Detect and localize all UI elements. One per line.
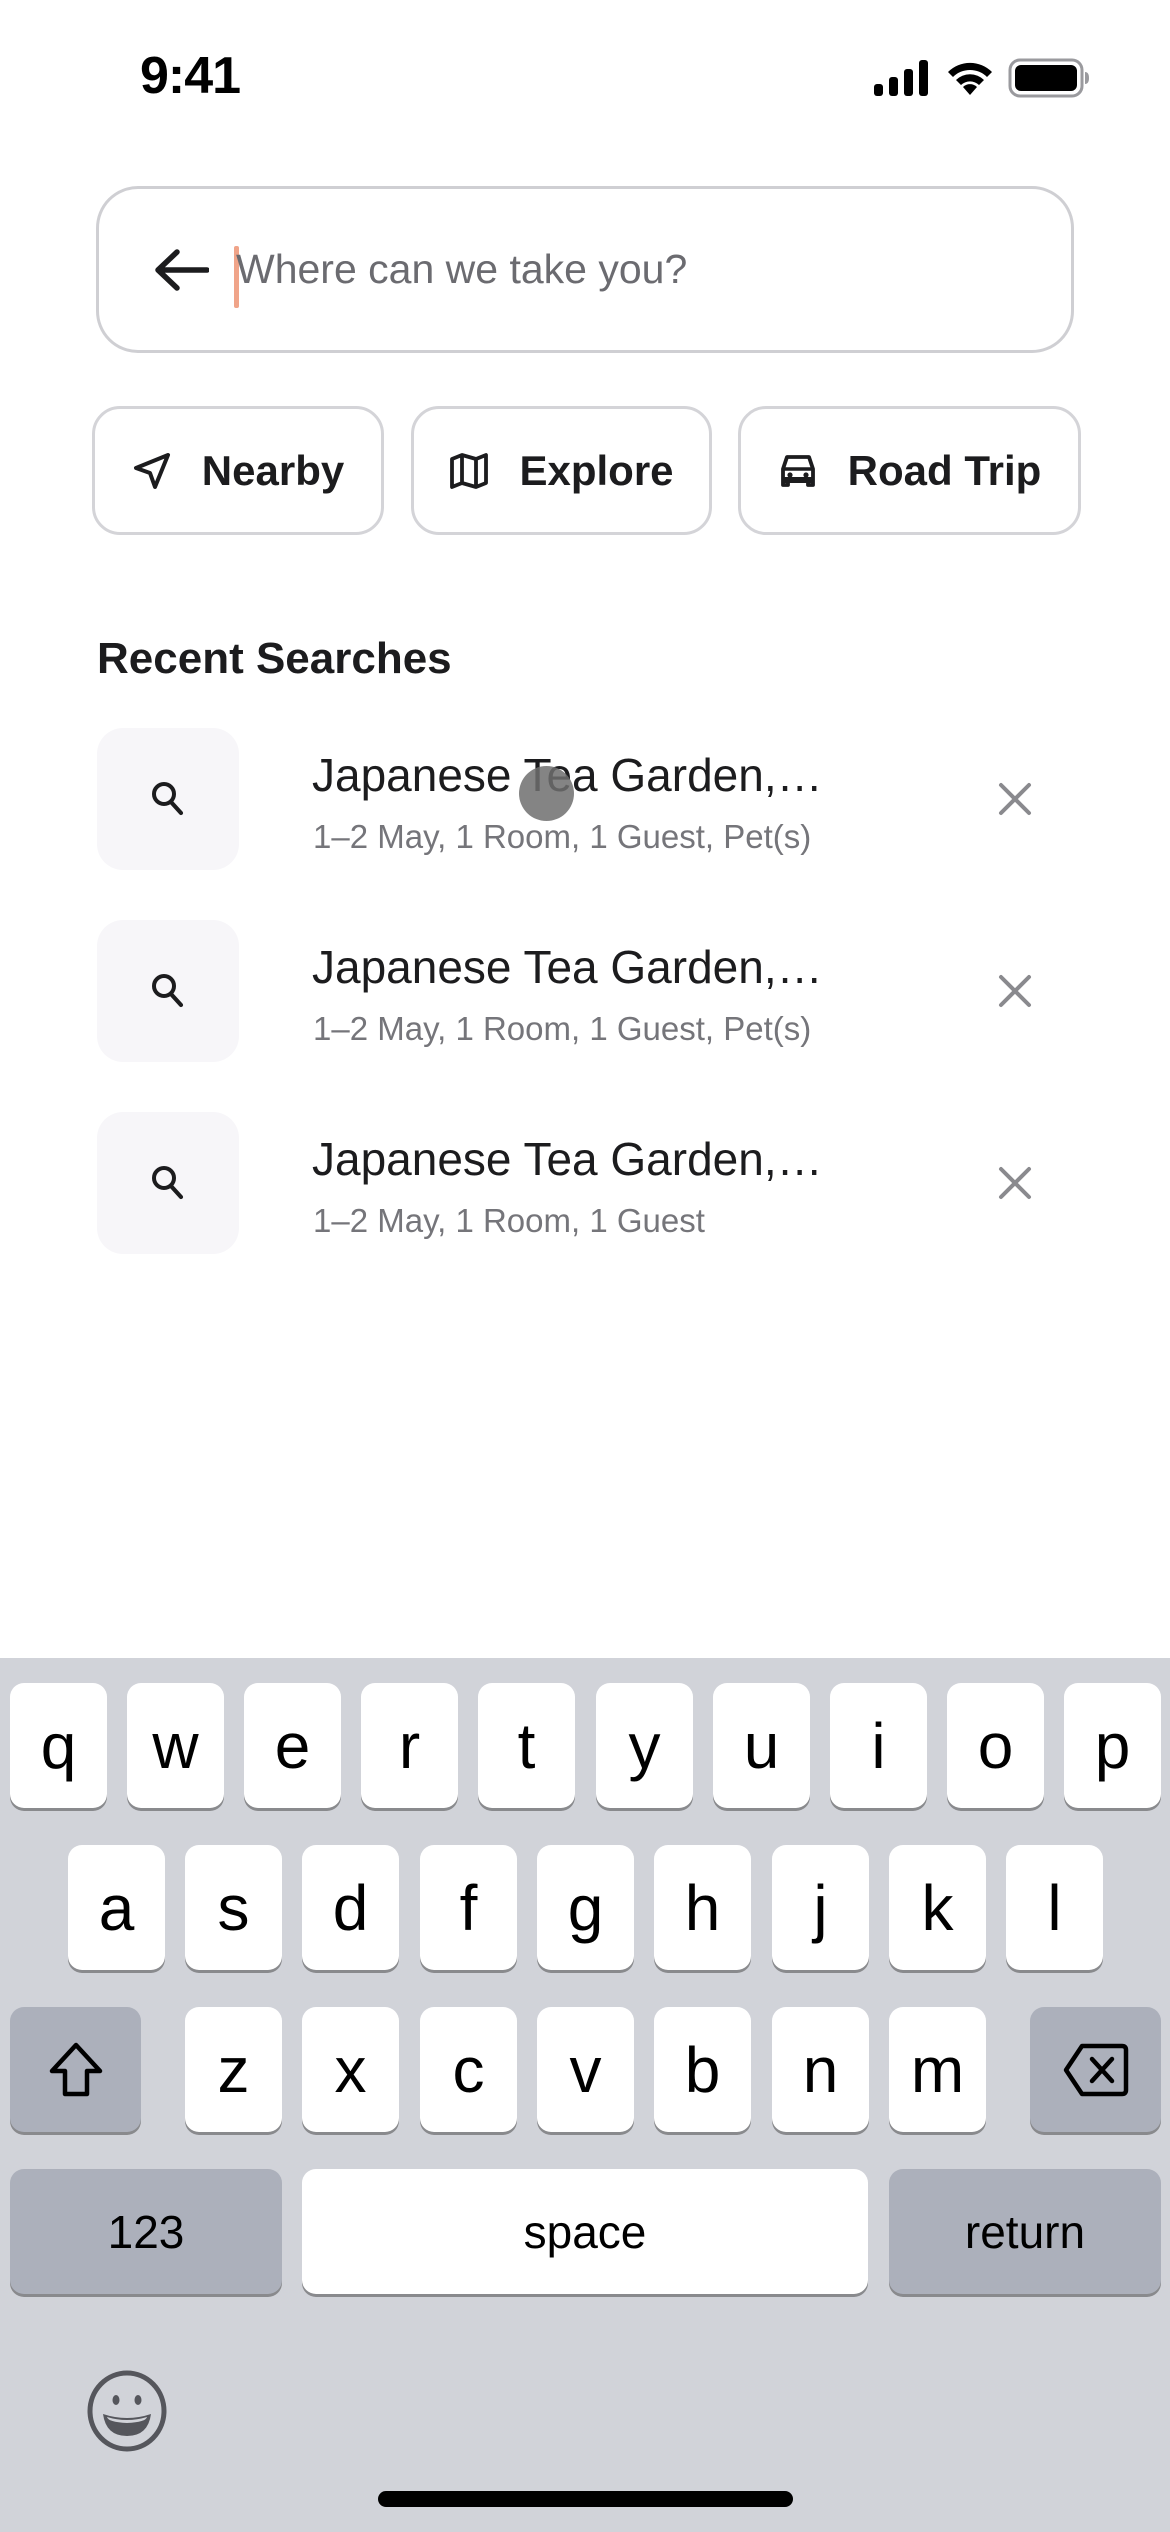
key-y[interactable]: y <box>596 1683 693 1808</box>
search-icon <box>152 1166 184 1200</box>
wifi-icon <box>948 62 992 95</box>
cellular-signal-icon <box>874 60 928 96</box>
map-icon <box>450 452 489 489</box>
key-e[interactable]: e <box>244 1683 341 1808</box>
key-r[interactable]: r <box>361 1683 458 1808</box>
arrow-left-icon <box>155 248 209 291</box>
key-u[interactable]: u <box>713 1683 810 1808</box>
status-icons <box>874 58 1090 98</box>
close-icon <box>999 783 1031 815</box>
key-l[interactable]: l <box>1006 1845 1103 1970</box>
recent-searches-heading: Recent Searches <box>97 634 452 683</box>
key-n[interactable]: n <box>772 2007 869 2132</box>
car-icon <box>780 454 815 487</box>
close-icon <box>999 1167 1031 1199</box>
key-a[interactable]: a <box>68 1845 165 1970</box>
key-w[interactable]: w <box>127 1683 224 1808</box>
recent-search-item[interactable]: Japanese Tea Garden,… 1–2 May, 1 Room, 1… <box>97 728 1077 870</box>
recent-search-details: 1–2 May, 1 Room, 1 Guest, Pet(s) <box>313 1010 812 1047</box>
delete-key[interactable] <box>1030 2007 1161 2132</box>
search-icon <box>152 974 184 1008</box>
key-d[interactable]: d <box>302 1845 399 1970</box>
key-f[interactable]: f <box>420 1845 517 1970</box>
road-trip-label: Road Trip <box>847 446 1042 494</box>
search-field-container[interactable] <box>96 186 1074 353</box>
key-h[interactable]: h <box>654 1845 751 1970</box>
remove-search-button[interactable] <box>987 771 1043 827</box>
key-i[interactable]: i <box>830 1683 927 1808</box>
key-z[interactable]: z <box>185 2007 282 2132</box>
shift-key[interactable] <box>10 2007 141 2132</box>
key-o[interactable]: o <box>947 1683 1044 1808</box>
recent-search-item[interactable]: Japanese Tea Garden,… 1–2 May, 1 Room, 1… <box>97 1112 1077 1254</box>
road-trip-button[interactable]: Road Trip <box>738 406 1081 535</box>
recent-search-title: Japanese Tea Garden,… <box>312 941 823 993</box>
key-p[interactable]: p <box>1064 1683 1161 1808</box>
recent-search-details: 1–2 May, 1 Room, 1 Guest <box>313 1202 705 1239</box>
recent-search-title: Japanese Tea Garden,… <box>312 1133 823 1185</box>
key-q[interactable]: q <box>10 1683 107 1808</box>
navigation-arrow-icon <box>133 452 170 489</box>
shift-icon <box>49 2042 102 2096</box>
key-j[interactable]: j <box>772 1845 869 1970</box>
key-s[interactable]: s <box>185 1845 282 1970</box>
remove-search-button[interactable] <box>987 963 1043 1019</box>
space-key[interactable]: space <box>302 2169 868 2294</box>
back-button[interactable] <box>151 240 211 300</box>
battery-icon <box>1008 58 1089 98</box>
search-icon <box>152 782 184 816</box>
close-icon <box>999 975 1031 1007</box>
search-icon-box <box>97 920 239 1062</box>
status-time: 9:41 <box>140 47 241 105</box>
key-x[interactable]: x <box>302 2007 399 2132</box>
emoji-icon <box>87 2370 167 2452</box>
nearby-label: Nearby <box>201 446 345 494</box>
key-c[interactable]: c <box>420 2007 517 2132</box>
search-icon-box <box>97 1112 239 1254</box>
search-input[interactable] <box>236 189 1016 350</box>
search-icon-box <box>97 728 239 870</box>
key-v[interactable]: v <box>537 2007 634 2132</box>
nearby-button[interactable]: Nearby <box>92 406 384 535</box>
recent-search-item[interactable]: Japanese Tea Garden,… 1–2 May, 1 Room, 1… <box>97 920 1077 1062</box>
numbers-key[interactable]: 123 <box>10 2169 282 2294</box>
touch-indicator <box>519 766 574 821</box>
key-m[interactable]: m <box>889 2007 986 2132</box>
recent-search-details: 1–2 May, 1 Room, 1 Guest, Pet(s) <box>313 818 812 855</box>
explore-label: Explore <box>519 446 674 494</box>
explore-button[interactable]: Explore <box>411 406 712 535</box>
backspace-icon <box>1063 2043 1128 2096</box>
return-key[interactable]: return <box>889 2169 1161 2294</box>
home-indicator[interactable] <box>378 2491 793 2507</box>
key-g[interactable]: g <box>537 1845 634 1970</box>
keyboard: q w e r t y u i o p a s d f g h j k l z … <box>0 1658 1170 2532</box>
emoji-button[interactable] <box>86 2370 168 2452</box>
remove-search-button[interactable] <box>987 1155 1043 1211</box>
key-k[interactable]: k <box>889 1845 986 1970</box>
key-t[interactable]: t <box>478 1683 575 1808</box>
key-b[interactable]: b <box>654 2007 751 2132</box>
